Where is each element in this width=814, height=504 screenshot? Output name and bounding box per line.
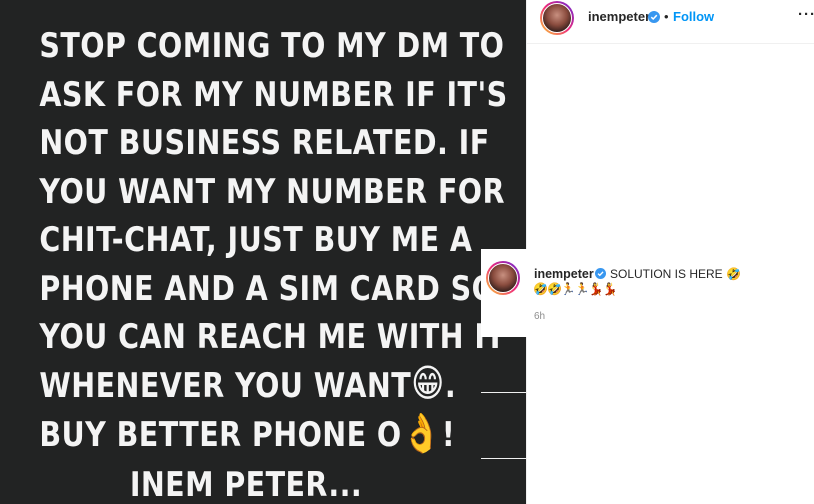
post-header: inempeter • Follow ···: [527, 0, 814, 35]
story-line-10: INEM PETER...: [129, 465, 363, 504]
avatar[interactable]: [542, 3, 572, 33]
comments-divider-1: [481, 392, 527, 393]
story-line-5: CHIT-CHAT, JUST BUY ME A: [39, 220, 473, 260]
more-options-icon[interactable]: ···: [798, 6, 814, 23]
caption-avatar-ring[interactable]: [486, 261, 520, 295]
caption-text: SOLUTION IS HERE 🤣: [610, 267, 741, 281]
story-line-8-end: .: [444, 365, 457, 406]
follow-button[interactable]: Follow: [673, 9, 714, 24]
caption-emojis: 🤣🤣🏃🏃💃💃: [533, 282, 618, 296]
caption-block: inempeter SOLUTION IS HERE 🤣 🤣🤣🏃🏃💃💃 6h: [481, 249, 814, 337]
story-line-4: YOU WANT MY NUMBER FOR: [39, 171, 505, 212]
story-line-7: YOU CAN REACH ME WITH IT: [39, 317, 506, 357]
post-timestamp[interactable]: 6h: [534, 311, 545, 322]
post-sidebar: inempeter • Follow ··· inempeter SOLUTIO…: [481, 0, 814, 504]
header-username[interactable]: inempeter: [588, 9, 650, 24]
story-line-8-text: WHENEVER YOU WANT: [39, 365, 412, 406]
ok-hand-emoji-icon: 👌: [401, 410, 442, 455]
caption-avatar[interactable]: [488, 263, 518, 293]
story-line-9: BUY BETTER PHONE O👌!: [39, 410, 456, 461]
comments-divider-2: [481, 458, 527, 459]
story-line-1: STOP COMING TO MY DM TO: [39, 26, 505, 66]
post-image: STOP COMING TO MY DM TO ASK FOR MY NUMBE…: [0, 0, 526, 504]
story-line-9-text: BUY BETTER PHONE O: [39, 415, 402, 456]
story-line-6: PHONE AND A SIM CARD SO: [39, 268, 497, 309]
caption-username[interactable]: inempeter: [534, 267, 594, 281]
caption-verified-badge-icon: [595, 268, 606, 279]
story-line-3: NOT BUSINESS RELATED. IF: [39, 123, 490, 163]
header-divider: [527, 43, 814, 44]
story-line-8: WHENEVER YOU WANT😁.: [39, 360, 455, 412]
story-line-9-end: !: [441, 415, 456, 456]
grin-emoji-icon: 😁: [411, 360, 445, 405]
story-line-2: ASK FOR MY NUMBER IF IT'S: [39, 74, 508, 115]
story-text: STOP COMING TO MY DM TO ASK FOR MY NUMBE…: [39, 22, 508, 504]
verified-badge-icon: [648, 11, 660, 23]
header-separator: •: [664, 9, 669, 24]
avatar-ring[interactable]: [540, 1, 574, 35]
